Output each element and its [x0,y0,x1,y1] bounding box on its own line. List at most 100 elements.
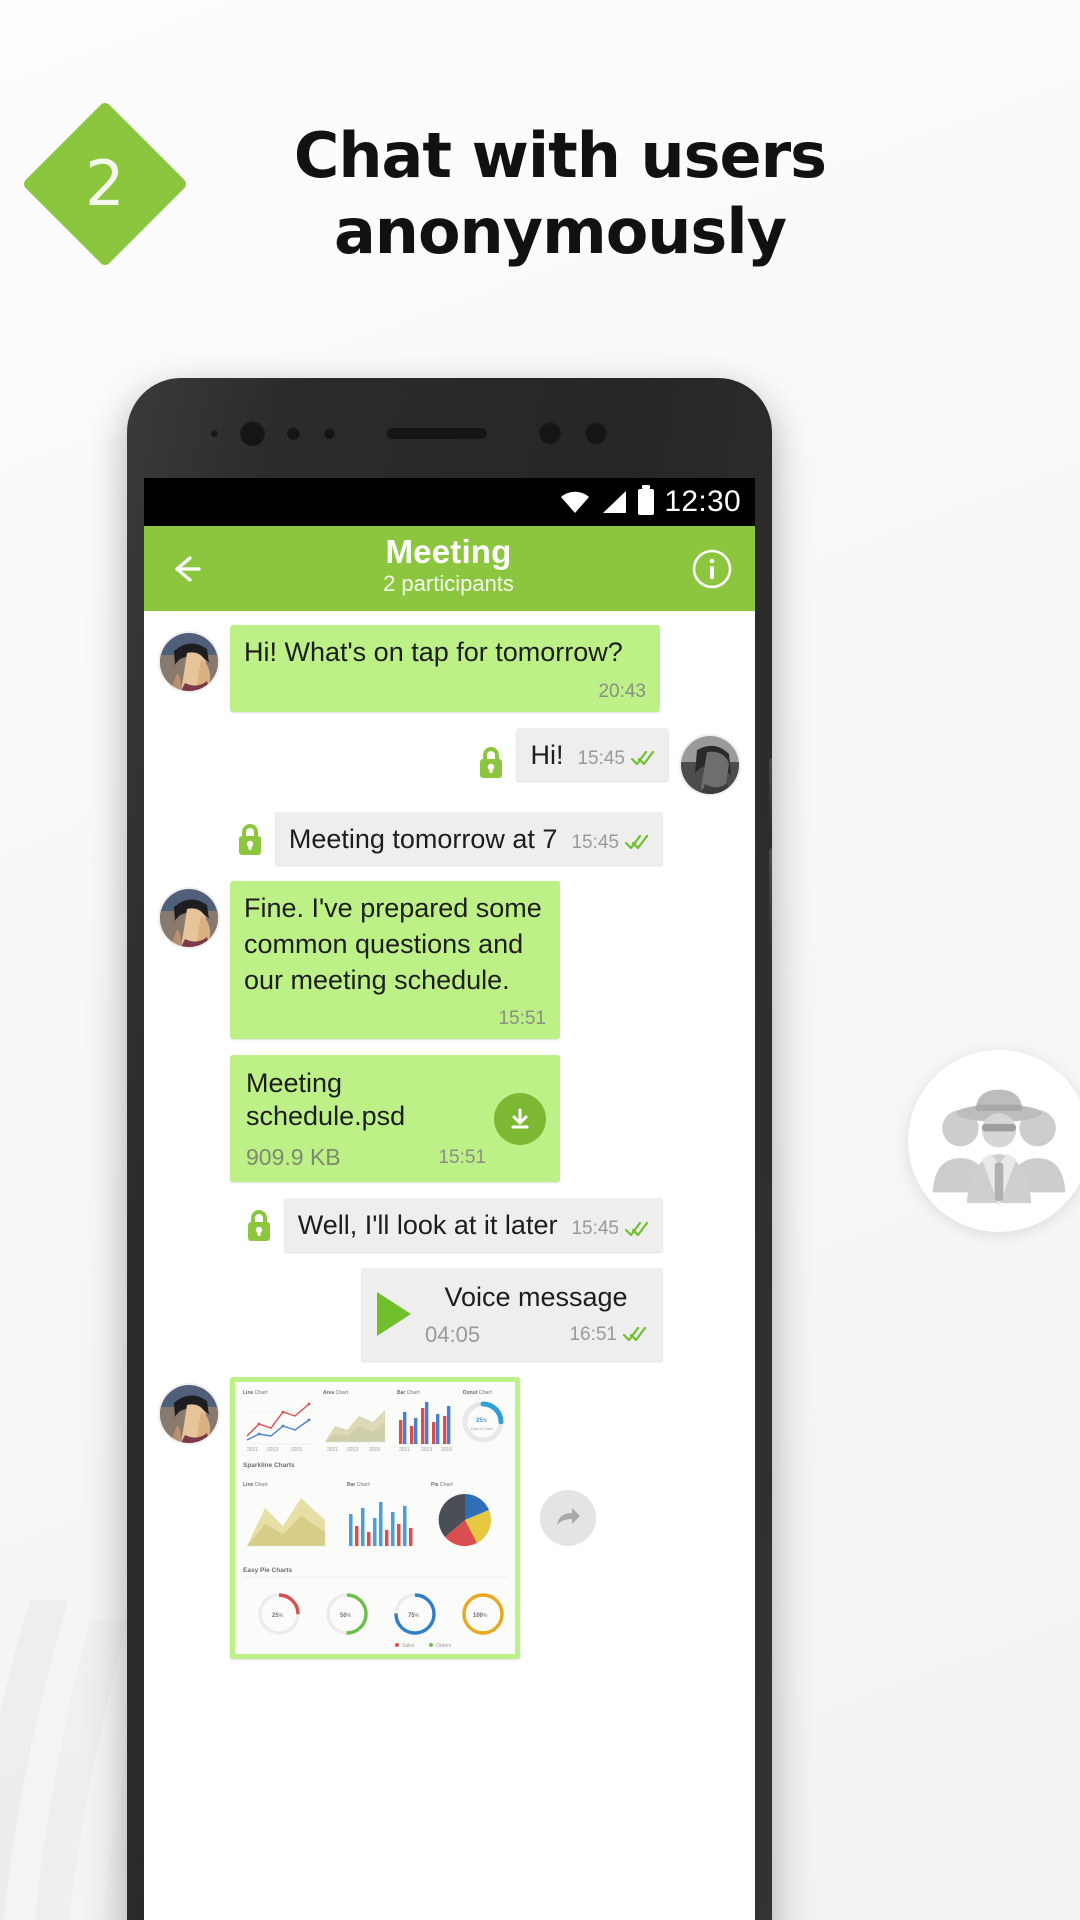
charts-thumbnail-svg: Line Chart Area Chart Bar Chart Donut Ch… [235,1381,515,1654]
svg-text:2011: 2011 [327,1447,338,1453]
message-time: 20:43 [598,680,646,702]
phone-device: 12:30 Meeting 2 participants Hi! What's … [127,378,772,1920]
sensor-dot-icon [585,422,607,444]
step-badge-number: 2 [85,146,125,220]
message-time: 16:51 [569,1323,617,1345]
svg-text:2013: 2013 [421,1447,432,1453]
read-receipt-icon [625,835,649,850]
message-bubble[interactable]: Hi! What's on tap for tomorrow? 20:43 [230,625,660,712]
promo-page: 2 Chat with users anonymously 12:30 Meet… [0,0,1080,1920]
message-row[interactable]: Hi! What's on tap for tomorrow? 20:43 [144,625,755,712]
image-message-bubble[interactable]: Line Chart Area Chart Bar Chart Donut Ch… [230,1376,520,1659]
svg-text:Orders: Orders [436,1643,452,1649]
avatar [158,631,220,693]
svg-text:2015: 2015 [369,1447,380,1453]
message-bubble[interactable]: Meeting tomorrow at 7 15:45 [274,811,663,866]
status-bar-time: 12:30 [664,485,741,518]
message-text: Meeting tomorrow at 7 [288,823,558,854]
avatar [158,887,220,950]
app-bar: Meeting 2 participants [144,526,755,611]
message-time: 15:45 [571,831,619,853]
voice-message-body: Voice message 04:05 16:51 [425,1280,647,1349]
voice-message-bubble[interactable]: Voice message 04:05 16:51 [361,1268,663,1361]
message-time: 15:45 [577,747,625,769]
lock-icon [247,1210,270,1242]
svg-text:Area Chart: Area Chart [323,1390,349,1396]
message-list[interactable]: Hi! What's on tap for tomorrow? 20:43 Hi… [144,611,755,1920]
app-bar-titles: Meeting 2 participants [206,532,691,600]
page-title: Chat with users anonymously [210,118,910,269]
read-receipt-icon [623,1327,647,1342]
phone-screen: 12:30 Meeting 2 participants Hi! What's … [144,478,755,1920]
svg-text:Easy Pie Charts: Easy Pie Charts [243,1567,293,1574]
back-arrow-icon[interactable] [166,549,206,589]
message-row[interactable]: Voice message 04:05 16:51 [144,1268,755,1361]
message-meta: 15:51 [498,1006,546,1031]
forward-icon[interactable] [540,1489,596,1546]
message-row[interactable]: Line Chart Area Chart Bar Chart Donut Ch… [144,1376,755,1659]
svg-text:Line Chart: Line Chart [243,1482,268,1488]
svg-text:50%: 50% [340,1613,352,1619]
svg-text:25%: 25% [476,1418,488,1424]
svg-text:Donut Chart: Donut Chart [471,1426,493,1431]
file-message-bubble[interactable]: Meeting schedule.psd 909.9 KB 15:51 [230,1055,560,1183]
message-row[interactable]: Meeting schedule.psd 909.9 KB 15:51 [144,1055,755,1183]
lock-icon [238,823,261,855]
message-meta: 15:45 [571,1216,649,1241]
svg-text:Bar Chart: Bar Chart [397,1390,420,1396]
info-icon[interactable] [691,548,733,590]
message-meta: 20:43 [598,679,646,704]
message-bubble[interactable]: Well, I'll look at it later 15:45 [283,1198,663,1253]
signal-icon [603,491,627,513]
phone-volume-button [769,848,772,968]
read-receipt-icon [631,751,655,766]
sensor-dot-icon [211,429,218,437]
step-badge: 2 [21,100,189,268]
message-bubble[interactable]: Hi! 15:45 [516,727,669,782]
message-text: Hi! [530,739,564,770]
svg-text:Pie Chart: Pie Chart [431,1482,453,1488]
battery-icon [638,485,655,515]
lock-icon [480,746,503,778]
download-icon[interactable] [494,1092,546,1145]
message-row[interactable]: Fine. I've prepared some common question… [144,881,755,1040]
voice-message-title: Voice message [444,1282,628,1313]
message-row[interactable]: Meeting tomorrow at 7 15:45 [144,811,755,866]
charts-dashboard-thumbnail: Line Chart Area Chart Bar Chart Donut Ch… [235,1381,515,1654]
earpiece-speaker-icon [387,427,487,439]
svg-text:2011: 2011 [247,1447,258,1453]
spy-figure-icon [932,1089,1066,1207]
svg-text:2013: 2013 [267,1447,278,1453]
message-meta: 15:45 [571,830,649,855]
message-bubble[interactable]: Fine. I've prepared some common question… [230,881,560,1040]
file-size: 909.9 KB [246,1144,341,1171]
download-arrow-icon [511,1108,529,1129]
read-receipt-icon [625,1221,649,1237]
woman-avatar-image [160,1384,218,1443]
file-meta-row: 909.9 KB 15:51 [246,1142,544,1172]
svg-text:2011: 2011 [399,1447,410,1453]
message-row[interactable]: Hi! 15:45 [144,727,755,796]
woman-avatar-image [160,889,218,948]
phone-power-button [769,758,772,828]
status-bar: 12:30 [144,478,755,526]
svg-text:25%: 25% [272,1613,284,1619]
svg-text:100%: 100% [473,1613,488,1619]
wifi-icon [561,491,590,513]
svg-text:Line Chart: Line Chart [243,1390,268,1396]
svg-text:Donut Chart: Donut Chart [463,1390,492,1396]
svg-text:Sparkline Charts: Sparkline Charts [243,1462,295,1469]
play-icon[interactable] [377,1292,411,1337]
avatar [679,733,741,796]
avatar [158,1382,220,1445]
woman-avatar-image [160,633,218,691]
message-time: 15:45 [571,1218,619,1240]
message-row[interactable]: Well, I'll look at it later 15:45 [144,1198,755,1253]
svg-text:Sales: Sales [402,1643,415,1649]
man-avatar-image [681,735,739,794]
message-time: 15:51 [498,1008,546,1030]
headline-line-2: anonymously [333,194,787,268]
sensor-dot-icon [324,427,335,439]
message-text: Fine. I've prepared some common question… [244,893,542,995]
chat-title: Meeting [385,532,512,570]
